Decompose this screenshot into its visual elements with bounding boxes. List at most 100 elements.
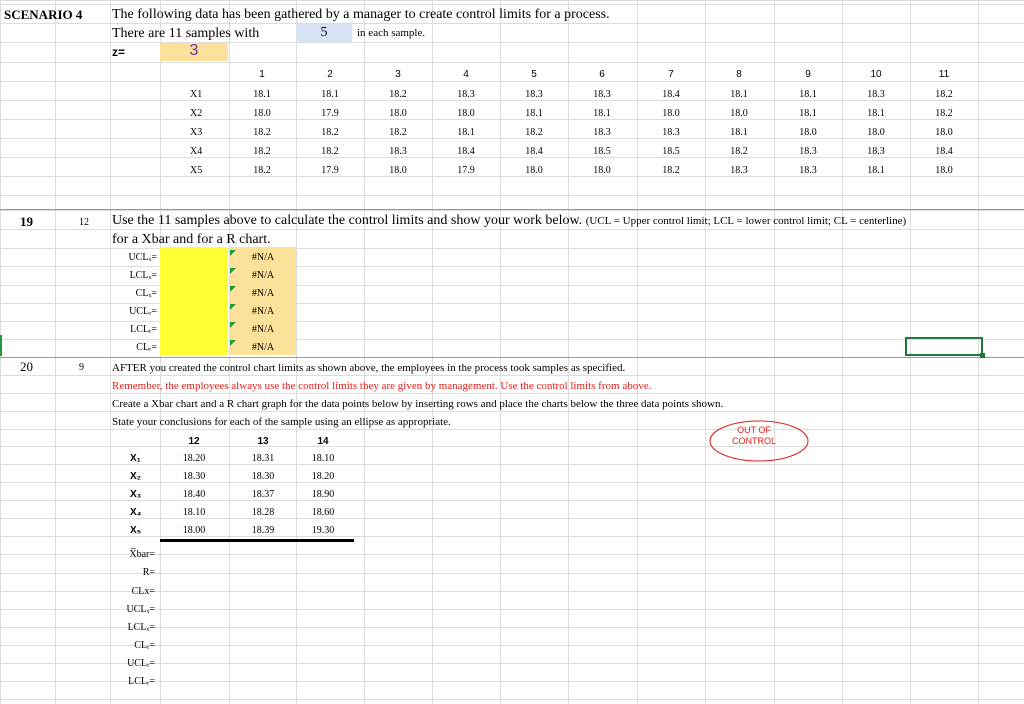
data-cell: 18.0 [525,165,543,176]
data-cell: 18.2 [730,146,748,157]
data-cell: 18.1 [253,89,271,100]
data-cell: 18.3 [457,89,475,100]
scenario-title: The following data has been gathered by … [112,7,610,22]
data-cell: 18.5 [662,146,680,157]
data-cell: 18.1 [799,89,817,100]
column-header: 12 [188,436,200,447]
column-header: 4 [463,69,469,80]
data-cell: 18.5 [593,146,611,157]
column-header: 14 [317,436,329,447]
summary-label: LCLₓ= [127,622,155,633]
selected-cell[interactable] [905,337,983,356]
data-cell: 18.20 [311,471,335,482]
data-cell: 18.1 [525,108,543,119]
data-cell: 18.0 [389,165,407,176]
data-cell: 18.4 [662,89,680,100]
q19-points: 12 [79,217,89,228]
data-cell: 18.10 [311,453,335,464]
limit-label: CLₓ= [135,288,157,299]
error-indicator-icon [230,286,236,292]
orange-answer-block[interactable] [229,247,296,355]
error-indicator-icon [230,322,236,328]
q20-line1: AFTER you created the control chart limi… [112,362,626,374]
data-cell: 18.0 [457,108,475,119]
row-label: X₄ [130,507,142,518]
row-label: X₂ [130,471,142,482]
row-label: X₃ [130,489,142,500]
data-cell: 18.2 [935,89,953,100]
data-cell: 18.37 [251,489,275,500]
summary-label: X̅bar= [129,549,155,560]
scenario-label: SCENARIO 4 [4,7,83,22]
column-header: 9 [805,69,811,80]
data-cell: 18.1 [867,165,885,176]
fill-handle[interactable] [980,353,985,358]
q20-line2: Remember, the employees always use the c… [112,380,652,392]
data-cell: 18.28 [251,507,275,518]
limit-label: UCLᵣ= [129,306,157,317]
data-cell: 18.1 [321,89,339,100]
column-header: 13 [257,436,269,447]
data-cell: 18.2 [389,89,407,100]
limit-label: UCLₓ= [128,252,157,263]
error-indicator-icon [230,250,236,256]
data-cell: 18.0 [593,165,611,176]
data-cell: 18.1 [730,89,748,100]
z-label: z= [112,45,126,59]
row-label: X₅ [130,525,142,536]
data-cell: 18.1 [799,108,817,119]
data-cell: 17.9 [457,165,475,176]
sample-size-suffix: in each sample. [357,27,426,39]
data-cell: 18.3 [799,165,817,176]
limit-label: CLᵣ= [136,342,157,353]
data-cell: 19.30 [311,525,335,536]
data-cell: 17.9 [321,108,339,119]
limit-value: #N/A [251,270,275,281]
row-label: X1 [190,89,203,100]
data-cell: 18.31 [251,453,275,464]
column-header: 11 [938,69,950,80]
data-cell: 18.00 [182,525,206,536]
column-header: 8 [736,69,742,80]
data-cell: 18.30 [251,471,275,482]
limit-value: #N/A [251,288,275,299]
data-cell: 18.2 [525,127,543,138]
samples-text: There are 11 samples with [112,26,260,41]
data-cell: 18.10 [182,507,206,518]
limit-label: LCLᵣ= [130,324,157,335]
data-cell: 18.30 [182,471,206,482]
data-cell: 18.0 [730,108,748,119]
data-cell: 18.4 [457,146,475,157]
data-cell: 18.2 [253,165,271,176]
data-cell: 18.2 [389,127,407,138]
yellow-answer-block[interactable] [160,247,228,355]
data-cell: 18.3 [867,89,885,100]
limit-value: #N/A [251,252,275,263]
limit-label: LCLₓ= [129,270,157,281]
data-cell: 18.3 [525,89,543,100]
data-cell: 18.0 [389,108,407,119]
q20-line4: State your conclusions for each of the s… [112,416,451,428]
column-header: 6 [599,69,605,80]
data-cell: 18.3 [730,165,748,176]
q19-text: Use the 11 samples above to calculate th… [112,214,906,228]
q19-note: (UCL = Upper control limit; LCL = lower … [585,215,907,227]
q20-number: 20 [20,359,33,374]
out-of-control-text-2: CONTROL [731,436,777,446]
q19-number: 19 [20,214,33,229]
q20-points: 9 [79,362,84,373]
data-cell: 18.0 [935,165,953,176]
data-cell: 18.2 [321,127,339,138]
data-cell: 18.3 [593,127,611,138]
data-cell: 18.2 [253,146,271,157]
sample-size-value: 5 [320,25,328,40]
data-cell: 18.0 [253,108,271,119]
q19-instruction: Use the 11 samples above to calculate th… [112,213,583,228]
column-header: 2 [327,69,333,80]
row-label: X3 [190,127,203,138]
column-header: 10 [870,69,882,80]
data-cell: 18.39 [251,525,275,536]
data-cell: 18.3 [662,127,680,138]
data-cell: 18.0 [867,127,885,138]
thick-underline [160,539,354,542]
